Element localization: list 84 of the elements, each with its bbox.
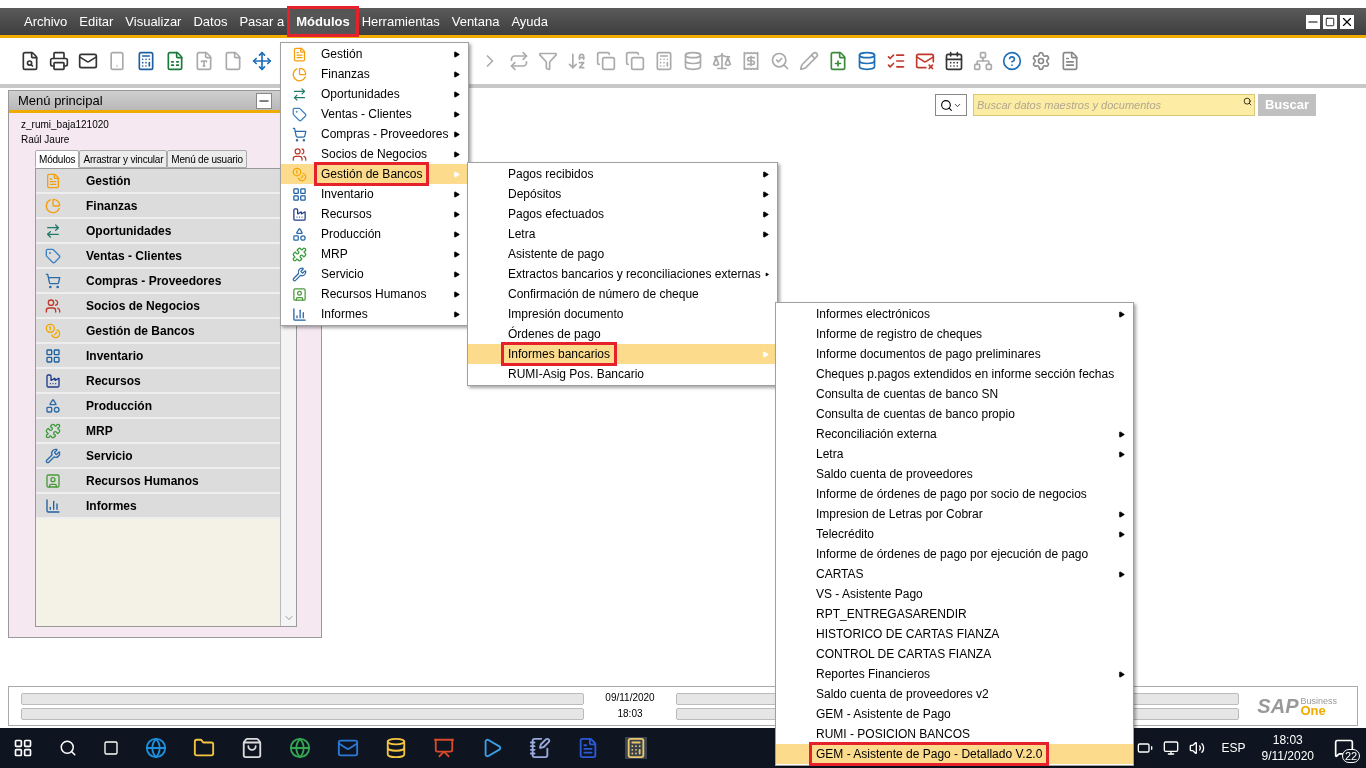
- menu-item[interactable]: Informes electrónicos: [776, 304, 1133, 324]
- menu-item[interactable]: Informe de órdenes de pago por socio de negocios: [776, 484, 1133, 504]
- menu-item[interactable]: Depósitos: [468, 184, 777, 204]
- tab[interactable]: Menú de usuario: [167, 150, 247, 168]
- module-item[interactable]: MRP: [36, 419, 280, 444]
- menu-item[interactable]: Producción: [281, 224, 468, 244]
- menu-item[interactable]: Ventas - Clientes: [281, 104, 468, 124]
- menu-item[interactable]: CONTROL DE CARTAS FIANZA: [776, 644, 1133, 664]
- clock-date: 9/11/2020: [1261, 748, 1314, 764]
- menu-item[interactable]: Recursos Humanos: [281, 284, 468, 304]
- menu-item[interactable]: GEM - Asistente de Pago - Detallado V.2.0: [776, 744, 1133, 764]
- module-item[interactable]: Gestión de Bancos: [36, 319, 280, 344]
- module-item[interactable]: Gestión: [36, 169, 280, 194]
- menu-item[interactable]: Gestión: [281, 44, 468, 64]
- menu-bar-item[interactable]: Pasar a: [233, 8, 291, 35]
- menu-item[interactable]: Saldo cuenta de proveedores: [776, 464, 1133, 484]
- menu-item[interactable]: Impresión documento: [468, 304, 777, 324]
- module-item[interactable]: Producción: [36, 394, 280, 419]
- menu-bar-item[interactable]: Archivo: [18, 8, 74, 35]
- module-item[interactable]: Servicio: [36, 444, 280, 469]
- tab[interactable]: Arrastrar y vincular: [79, 150, 168, 168]
- menu-item[interactable]: Gestión de Bancos: [281, 164, 468, 184]
- menu-item[interactable]: RUMI-Asig Pos. Bancario: [468, 364, 777, 384]
- module-item[interactable]: Inventario: [36, 344, 280, 369]
- menu-item[interactable]: Saldo cuenta de proveedores v2: [776, 684, 1133, 704]
- module-item[interactable]: Informes: [36, 494, 280, 519]
- menu-item[interactable]: Letra: [776, 444, 1133, 464]
- menu-item[interactable]: Órdenes de pago: [468, 324, 777, 344]
- module-item[interactable]: Socios de Negocios: [36, 294, 280, 319]
- menu-item[interactable]: Informes: [281, 304, 468, 324]
- menu-bar-item[interactable]: Datos: [187, 8, 234, 35]
- menu-item[interactable]: Informe documentos de pago preliminares: [776, 344, 1133, 364]
- menu-item[interactable]: Asistente de pago: [468, 244, 777, 264]
- menu-item[interactable]: Reconciliación externa: [776, 424, 1133, 444]
- module-item[interactable]: Compras - Proveedores: [36, 269, 280, 294]
- menu-item[interactable]: Letra: [468, 224, 777, 244]
- menu-item[interactable]: Telecrédito: [776, 524, 1133, 544]
- clock-time: 18:03: [1272, 732, 1303, 748]
- menu-item[interactable]: Oportunidades: [281, 84, 468, 104]
- menu-item[interactable]: RPT_ENTREGASARENDIR: [776, 604, 1133, 624]
- menu-item[interactable]: Confirmación de número de cheque: [468, 284, 777, 304]
- menu-item[interactable]: Informes bancarios: [468, 344, 777, 364]
- panel-title: Menú principal: [18, 91, 103, 110]
- menu-bar-item[interactable]: Visualizar: [119, 8, 188, 35]
- menu-item[interactable]: Compras - Proveedores: [281, 124, 468, 144]
- status-time: 18:03: [617, 707, 643, 721]
- menu-item[interactable]: Socios de Negocios: [281, 144, 468, 164]
- menu-item[interactable]: Pagos recibidos: [468, 164, 777, 184]
- module-item[interactable]: Recursos Humanos: [36, 469, 280, 494]
- menu-bar-item[interactable]: Ayuda: [505, 8, 555, 35]
- menu-item[interactable]: HISTORICO DE CARTAS FIANZA: [776, 624, 1133, 644]
- menu-item[interactable]: Recursos: [281, 204, 468, 224]
- menu-item[interactable]: Finanzas: [281, 64, 468, 84]
- menu-item[interactable]: Consulta de cuentas de banco propio: [776, 404, 1133, 424]
- module-item[interactable]: Finanzas: [36, 194, 280, 219]
- menu-item[interactable]: Reportes Financieros: [776, 664, 1133, 684]
- tab[interactable]: Módulos: [35, 150, 80, 168]
- menu-item[interactable]: GEM - Asistente de Pago: [776, 704, 1133, 724]
- menu-item[interactable]: Informe de registro de cheques: [776, 324, 1133, 344]
- menu-item[interactable]: Inventario: [281, 184, 468, 204]
- menu-bar-item[interactable]: Herramientas: [355, 8, 446, 35]
- menu-item[interactable]: RUMI - POSICION BANCOS: [776, 724, 1133, 744]
- menu-item[interactable]: MRP: [281, 244, 468, 264]
- user-name: Raúl Jaure: [21, 133, 70, 147]
- menu-item[interactable]: Pagos efectuados: [468, 204, 777, 224]
- company-name: z_rumi_baja121020: [21, 118, 109, 132]
- module-item[interactable]: Recursos: [36, 369, 280, 394]
- menu-item[interactable]: Cheques p.pagos extendidos en informe sección fechas: [776, 364, 1133, 384]
- notification-count: 22: [1342, 749, 1361, 763]
- module-item[interactable]: Oportunidades: [36, 219, 280, 244]
- language-indicator[interactable]: ESP: [1215, 739, 1252, 757]
- menu-item[interactable]: Extractos bancarios y reconciliaciones externas: [468, 264, 777, 284]
- menu-item[interactable]: Informe de órdenes de pago por ejecución de pago: [776, 544, 1133, 564]
- menu-item[interactable]: CARTAS: [776, 564, 1133, 584]
- menu-item[interactable]: VS - Asistente Pago: [776, 584, 1133, 604]
- module-item[interactable]: Ventas - Clientes: [36, 244, 280, 269]
- search-field[interactable]: Buscar datos maestros y documentos: [973, 94, 1255, 116]
- menu-item[interactable]: Consulta de cuentas de banco SN: [776, 384, 1133, 404]
- menu-item[interactable]: Servicio: [281, 264, 468, 284]
- menu-bar-item[interactable]: Editar: [73, 8, 120, 35]
- menu-bar-item[interactable]: Ventana: [445, 8, 506, 35]
- menu-bar-item[interactable]: Módulos: [290, 8, 356, 35]
- status-date: 09/11/2020: [605, 691, 655, 705]
- menu-item[interactable]: Impresion de Letras por Cobrar: [776, 504, 1133, 524]
